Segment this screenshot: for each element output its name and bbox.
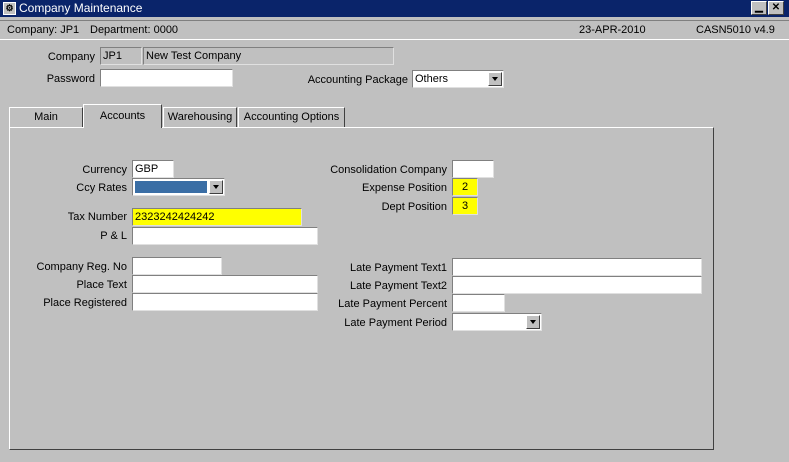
accounting-package-select[interactable]: Others xyxy=(412,70,504,88)
company-reg-field[interactable] xyxy=(132,257,222,275)
company-label: Company xyxy=(47,51,95,63)
late-payment-period-select[interactable] xyxy=(452,313,542,331)
place-text-label: Place Text xyxy=(76,279,127,291)
accounting-package-value: Others xyxy=(415,73,449,85)
tab-accounts[interactable]: Accounts xyxy=(83,104,162,128)
company-name-field: New Test Company xyxy=(143,47,394,65)
date-info: 23-APR-2010 xyxy=(579,24,646,36)
tax-number-label: Tax Number xyxy=(67,211,127,223)
place-text-field[interactable] xyxy=(132,275,318,293)
tax-number-field[interactable]: 2323242424242 xyxy=(132,208,302,226)
consolidation-company-field[interactable] xyxy=(452,160,494,178)
late-payment-percent-label: Late Payment Percent xyxy=(338,298,447,310)
department-info: Department: 0000 xyxy=(90,24,179,36)
password-field[interactable] xyxy=(100,69,233,87)
tab-main[interactable]: Main xyxy=(9,107,83,127)
company-info: Company: JP1 xyxy=(7,24,80,36)
status-info-bar: Company: JP1 Department: 0000 23-APR-201… xyxy=(0,20,789,40)
chevron-down-icon[interactable] xyxy=(488,72,502,86)
company-reg-label: Company Reg. No xyxy=(36,261,128,273)
late-payment-percent-field[interactable] xyxy=(452,294,505,312)
company-code-field: JP1 xyxy=(100,47,142,65)
pl-label: P & L xyxy=(100,230,127,242)
password-label: Password xyxy=(46,73,95,85)
ccy-rates-select[interactable] xyxy=(132,178,225,196)
chevron-down-icon[interactable] xyxy=(209,180,223,194)
window-title: Company Maintenance xyxy=(19,1,143,15)
app-icon[interactable]: ⚙ xyxy=(3,2,16,15)
currency-field[interactable]: GBP xyxy=(132,160,174,178)
late-payment-text2-label: Late Payment Text2 xyxy=(349,280,447,292)
tab-warehousing[interactable]: Warehousing xyxy=(163,107,237,127)
ccy-rates-label: Ccy Rates xyxy=(76,182,127,194)
place-registered-field[interactable] xyxy=(132,293,318,311)
minimize-button[interactable]: ▁ xyxy=(751,1,767,15)
accounting-package-label: Accounting Package xyxy=(307,74,408,86)
currency-label: Currency xyxy=(82,164,127,176)
late-payment-text2-field[interactable] xyxy=(452,276,702,294)
close-button[interactable]: ✕ xyxy=(768,1,784,15)
late-payment-text1-label: Late Payment Text1 xyxy=(349,262,447,274)
chevron-down-icon[interactable] xyxy=(526,315,540,329)
place-registered-label: Place Registered xyxy=(43,297,127,309)
late-payment-period-label: Late Payment Period xyxy=(344,317,447,329)
pl-field[interactable] xyxy=(132,227,318,245)
late-payment-text1-field[interactable] xyxy=(452,258,702,276)
ccy-rates-selection xyxy=(135,181,207,193)
dept-position-field[interactable]: 3 xyxy=(452,197,478,215)
tab-accounting-options[interactable]: Accounting Options xyxy=(238,107,345,127)
program-info: CASN5010 v4.9 xyxy=(696,24,775,36)
expense-position-field[interactable]: 2 xyxy=(452,178,478,196)
title-bar: ⚙ Company Maintenance ▁ ✕ xyxy=(0,0,789,17)
dept-position-label: Dept Position xyxy=(381,201,447,213)
expense-position-label: Expense Position xyxy=(362,182,447,194)
consolidation-company-label: Consolidation Company xyxy=(330,164,447,176)
